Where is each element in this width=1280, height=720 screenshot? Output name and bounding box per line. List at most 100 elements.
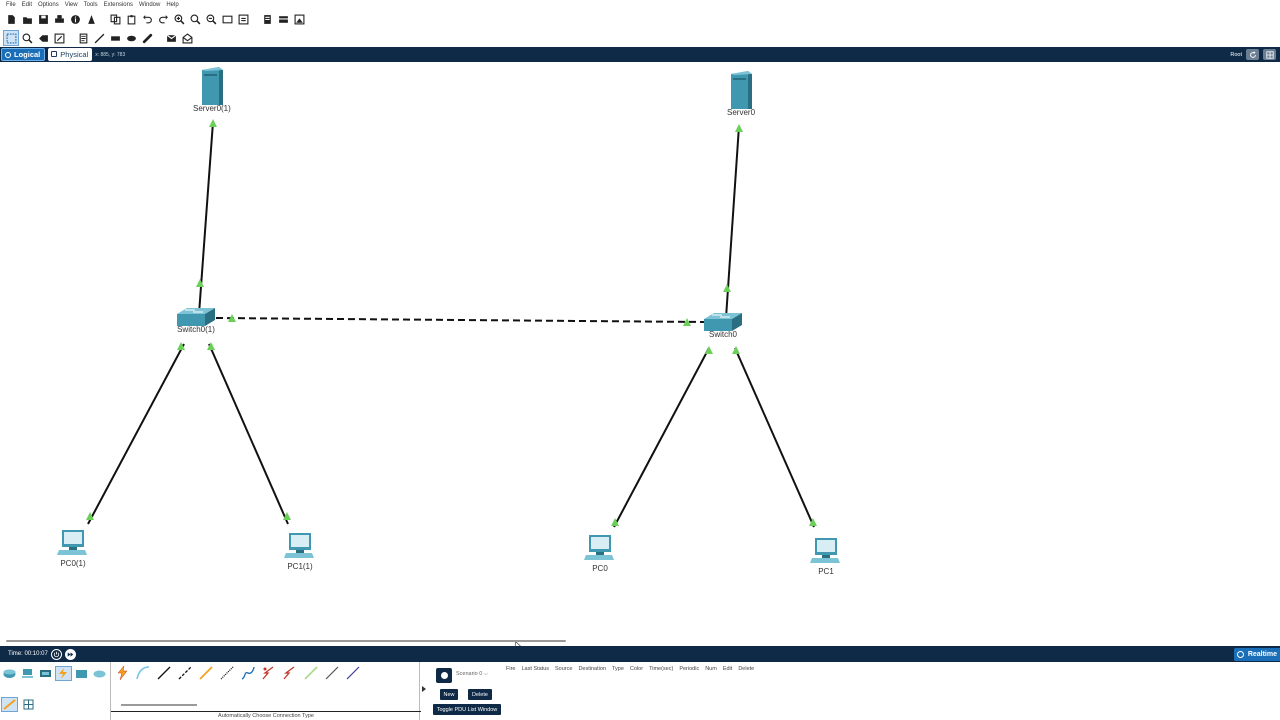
menu-edit[interactable]: Edit — [20, 0, 36, 10]
realtime-mode-button[interactable]: Realtime — [1233, 647, 1280, 661]
note-icon[interactable] — [76, 31, 90, 45]
link-switch-right-pc1-right[interactable] — [734, 347, 815, 528]
components-category[interactable] — [38, 667, 53, 680]
zoom-reset-icon[interactable] — [188, 12, 202, 26]
link-switch-right-pc0-right[interactable] — [613, 347, 710, 528]
drawing-palette-icon[interactable] — [220, 12, 234, 26]
device-pc0-left[interactable]: PC0(1) — [57, 528, 89, 568]
pdu-col-source[interactable]: Source — [555, 666, 572, 672]
view-icon[interactable] — [260, 12, 274, 26]
freeform-icon[interactable] — [140, 31, 154, 45]
connections-category[interactable] — [55, 666, 72, 681]
pdu-col-time[interactable]: Time(sec) — [649, 666, 673, 672]
iot-custom-cable-icon[interactable] — [323, 664, 341, 682]
fast-forward-button[interactable] — [64, 648, 76, 660]
resize-icon[interactable] — [52, 31, 66, 45]
link-switch-left-pc1-left[interactable] — [208, 343, 289, 525]
line-icon[interactable] — [92, 31, 106, 45]
serial-dte-cable-icon[interactable] — [281, 664, 299, 682]
serial-dce-cable-icon[interactable] — [260, 664, 278, 682]
zoom-out-icon[interactable] — [204, 12, 218, 26]
end-devices-category[interactable] — [20, 667, 35, 680]
select-icon[interactable] — [3, 30, 19, 46]
toggle-pdu-list-button[interactable]: Toggle PDU List Window — [433, 704, 501, 715]
device-switch-right[interactable]: Switch0 — [702, 311, 744, 339]
phone-cable-icon[interactable] — [218, 664, 236, 682]
device-server-right[interactable]: Server0 — [727, 70, 755, 117]
link-switch-left-pc0-left[interactable] — [87, 343, 185, 525]
undo-icon[interactable] — [140, 12, 154, 26]
inspect-icon[interactable] — [20, 31, 34, 45]
redo-icon[interactable] — [156, 12, 170, 26]
pdu-col-num[interactable]: Num — [705, 666, 717, 672]
new-scenario-button[interactable]: New — [440, 689, 458, 700]
scenario-select[interactable]: Scenario 0 ⌵ — [456, 671, 488, 678]
tab-logical[interactable]: Logical — [1, 48, 46, 61]
menu-file[interactable]: File — [4, 0, 20, 10]
console-cable-icon[interactable] — [134, 664, 152, 682]
save-icon[interactable] — [36, 12, 50, 26]
device-server-left[interactable]: Server0(1) — [193, 66, 231, 113]
menu-help[interactable]: Help — [164, 0, 182, 10]
auto-connection-icon[interactable] — [113, 664, 131, 682]
network-devices-category[interactable] — [2, 667, 17, 680]
delete-scenario-button[interactable]: Delete — [468, 689, 492, 700]
viewport-button[interactable] — [1263, 49, 1276, 60]
device-pc0-right[interactable]: PC0 — [584, 533, 616, 573]
connections-subcategory[interactable] — [1, 697, 18, 712]
connection-subcategories — [1, 697, 36, 712]
info-icon[interactable] — [68, 12, 82, 26]
menu-options[interactable]: Options — [36, 0, 63, 10]
pdu-col-type[interactable]: Type — [612, 666, 624, 672]
menu-tools[interactable]: Tools — [82, 0, 102, 10]
zoom-in-icon[interactable] — [172, 12, 186, 26]
misc-category[interactable] — [74, 667, 89, 680]
straight-through-cable-icon[interactable] — [155, 664, 173, 682]
component-category-icon — [40, 670, 51, 677]
pdu-col-fire[interactable]: Fire — [506, 666, 515, 672]
fiber-cable-icon[interactable] — [197, 664, 215, 682]
open-icon[interactable] — [20, 12, 34, 26]
device-switch-left[interactable]: Switch0(1) — [175, 306, 217, 334]
rectangle-icon[interactable] — [108, 31, 122, 45]
screenshot-icon[interactable] — [292, 12, 306, 26]
pdu-col-periodic[interactable]: Periodic — [679, 666, 699, 672]
simple-pdu-icon[interactable] — [164, 31, 178, 45]
copy-icon[interactable] — [108, 12, 122, 26]
pdu-col-last-status[interactable]: Last Status — [521, 666, 549, 672]
menu-view[interactable]: View — [63, 0, 82, 10]
cluster-icon[interactable] — [276, 12, 290, 26]
usb-cable-icon[interactable] — [344, 664, 362, 682]
menu-window[interactable]: Window — [137, 0, 164, 10]
print-icon[interactable] — [52, 12, 66, 26]
structured-cabling-subcategory[interactable] — [21, 698, 36, 711]
pdu-col-destination[interactable]: Destination — [578, 666, 606, 672]
octal-cable-icon[interactable] — [302, 664, 320, 682]
collapse-panel-arrow-icon[interactable] — [422, 686, 426, 692]
pdu-col-delete[interactable]: Delete — [738, 666, 754, 672]
menu-bar: File Edit Options View Tools Extensions … — [0, 0, 1280, 10]
back-button[interactable] — [1246, 49, 1259, 60]
new-icon[interactable] — [4, 12, 18, 26]
wizard-icon[interactable] — [84, 12, 98, 26]
device-pc1-left[interactable]: PC1(1) — [284, 531, 316, 571]
paste-icon[interactable] — [124, 12, 138, 26]
custom-device-icon[interactable] — [236, 12, 250, 26]
ellipse-icon[interactable] — [124, 31, 138, 45]
horizontal-scrollbar[interactable] — [6, 640, 566, 642]
complex-pdu-icon[interactable] — [180, 31, 194, 45]
tab-physical[interactable]: Physical — [48, 48, 93, 61]
logical-workspace[interactable]: Server0(1) Server0 Switch0(1) Switch0 PC… — [0, 62, 1280, 651]
coaxial-cable-icon[interactable] — [239, 664, 257, 682]
cables-scrollbar[interactable] — [121, 704, 197, 706]
device-pc1-right[interactable]: PC1 — [810, 536, 842, 576]
pdu-col-edit[interactable]: Edit — [723, 666, 732, 672]
crossover-cable-icon[interactable] — [176, 664, 194, 682]
menu-extensions[interactable]: Extensions — [102, 0, 137, 10]
delete-icon[interactable] — [36, 31, 50, 45]
pdu-col-color[interactable]: Color — [630, 666, 643, 672]
link-switch-left-switch-right[interactable] — [215, 317, 705, 323]
power-cycle-button[interactable] — [50, 648, 62, 660]
bottom-panel: Automatically Choose Connection Type Sce… — [0, 662, 1280, 720]
multiuser-category[interactable] — [92, 667, 107, 680]
